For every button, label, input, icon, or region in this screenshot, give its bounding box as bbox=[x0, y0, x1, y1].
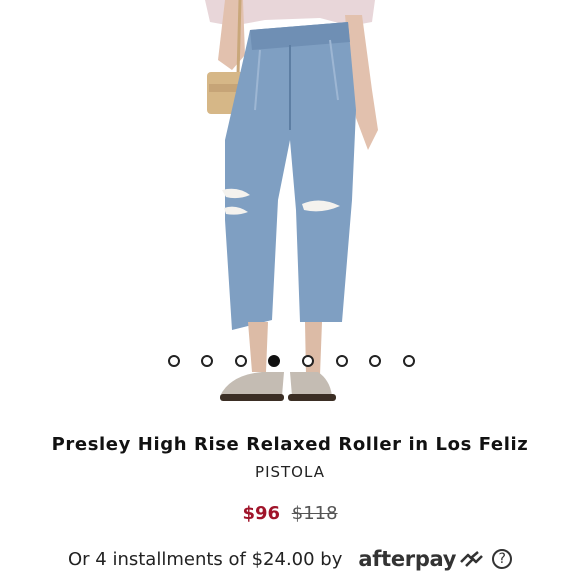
carousel-dot[interactable] bbox=[369, 355, 381, 367]
original-price: $118 bbox=[291, 503, 338, 524]
afterpay-logo: afterpay bbox=[358, 547, 484, 571]
carousel-dot[interactable] bbox=[336, 355, 348, 367]
afterpay-arrows-icon bbox=[460, 551, 484, 567]
price-row: $96 $118 bbox=[0, 503, 580, 524]
product-photo bbox=[205, 0, 378, 401]
carousel-indicator bbox=[0, 355, 580, 369]
product-title: Presley High Rise Relaxed Roller in Los … bbox=[51, 434, 529, 455]
carousel-dot[interactable] bbox=[168, 355, 180, 367]
afterpay-installments: Or 4 installments of $24.00 by afterpay … bbox=[68, 547, 513, 571]
brand-name[interactable]: PISTOLA bbox=[0, 463, 580, 481]
info-icon[interactable]: ? bbox=[492, 549, 513, 569]
afterpay-wordmark: afterpay bbox=[358, 547, 457, 571]
carousel-dot-active[interactable] bbox=[268, 355, 280, 367]
sale-price: $96 bbox=[242, 503, 281, 524]
carousel-dot[interactable] bbox=[403, 355, 415, 367]
carousel-dot[interactable] bbox=[235, 355, 247, 367]
carousel-dot[interactable] bbox=[201, 355, 213, 367]
installments-text: Or 4 installments of $24.00 by bbox=[68, 548, 343, 570]
product-image[interactable] bbox=[0, 0, 580, 412]
carousel-dot[interactable] bbox=[302, 355, 314, 367]
